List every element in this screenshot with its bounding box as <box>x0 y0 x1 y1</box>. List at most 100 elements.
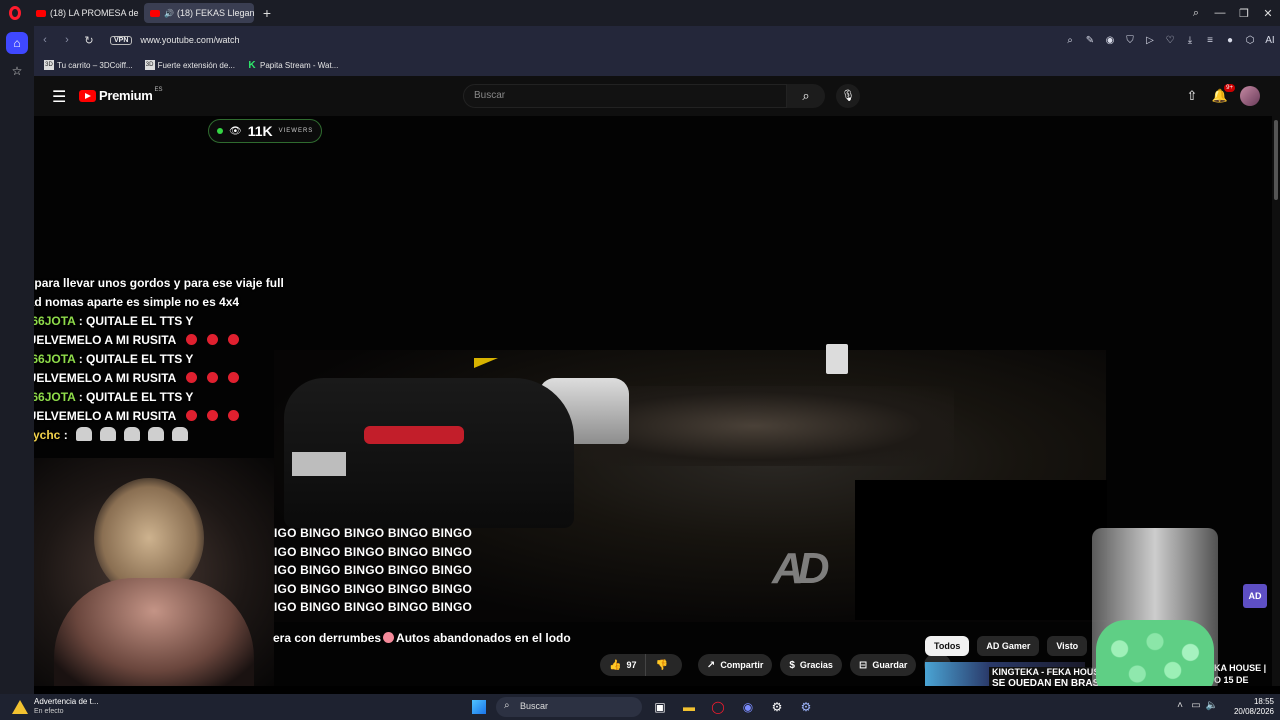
warning-subtitle: En efecto <box>34 708 64 715</box>
chat-line: DEVUELVEMELO A MI RUSITA <box>34 369 293 388</box>
vpn-badge[interactable]: VPN <box>110 35 133 45</box>
bookmark-favicon-icon: 3D <box>44 60 54 70</box>
recommended-title[interactable]: KA HOUSE | O 15 DE <box>1214 662 1266 686</box>
share-button[interactable]: ↗ Compartir <box>697 654 773 676</box>
windows-taskbar: Advertencia de t... En efecto ⌕ Buscar ▣… <box>0 694 1280 720</box>
notifications-bell-icon[interactable]: 🔔 9+ <box>1206 84 1235 104</box>
edit-icon[interactable]: ✎ <box>1080 35 1100 46</box>
viewers-badge: 👁 11K VIEWERS <box>208 119 322 143</box>
chip-ad-gamer[interactable]: AD Gamer <box>977 636 1040 656</box>
tray-chevron-icon[interactable]: ˄ <box>1172 700 1188 711</box>
heart-emote-icon <box>186 334 198 345</box>
profile-icon[interactable]: ● <box>1220 35 1240 46</box>
avatar[interactable] <box>1240 86 1260 106</box>
taskbar-search[interactable]: ⌕ Buscar <box>496 697 642 717</box>
cube-icon[interactable]: ⬡ <box>1240 35 1260 46</box>
emote-icon <box>123 427 140 441</box>
channel-logo-mini[interactable]: AD <box>1243 584 1267 608</box>
heart-emote-icon <box>228 410 240 421</box>
home-icon[interactable]: ⌂ <box>6 32 28 54</box>
reload-button[interactable]: ↻ <box>78 34 100 47</box>
chip-todos[interactable]: Todos <box>925 636 970 656</box>
chat-overlay: sirve para llevar unos gordos y para ese… <box>34 274 293 445</box>
network-icon[interactable]: ▭ <box>1188 700 1204 711</box>
bingo-line: IGO BINGO BINGO BINGO BINGO <box>274 600 473 614</box>
notifications-badge: 9+ <box>1224 84 1235 92</box>
browser-tabbar: (18) LA PROMESA de King 🔊 (18) FEKAS Lle… <box>0 0 1280 26</box>
menu-icon[interactable]: ≡ <box>1200 35 1220 46</box>
chat-line: cuidad nomas aparte es simple no es 4x4 <box>34 295 240 309</box>
opera-browser-icon[interactable]: ◯ <box>709 698 727 716</box>
scrollbar-thumb[interactable] <box>1274 120 1278 200</box>
volume-icon[interactable]: 🔈 <box>1204 700 1220 711</box>
browser-sidebar: ⌂ ☆ <box>0 26 34 694</box>
bingo-line: IGO BINGO BINGO BINGO BINGO <box>274 526 473 540</box>
camera-icon[interactable]: ◉ <box>1100 35 1120 46</box>
opera-menu-icon[interactable] <box>0 0 30 26</box>
bookmark-tu-carrito[interactable]: 3D Tu carrito – 3DCoiff... <box>44 60 133 70</box>
youtube-header: ☰ Premium ES Buscar ⌕ 🎙 ⇧ 🔔 9+ <box>34 76 1280 116</box>
video-actions: 👍97 👎 ↗Compartir $Gracias ⊟Guardar ··· <box>600 654 959 676</box>
bookmark-fuerte-extension[interactable]: 3D Fuerte extensión de... <box>144 60 235 70</box>
channel-watermark: AD <box>772 544 830 593</box>
speaker-icon[interactable]: 🔊 <box>164 9 174 18</box>
bookmark-label: Papita Stream - Wat... <box>259 60 339 70</box>
search-tabs-icon[interactable]: ⌕ <box>1184 7 1208 20</box>
upload-icon[interactable]: ⇧ <box>1178 88 1206 104</box>
tab-fekas[interactable]: 🔊 (18) FEKAS Llegan a la <box>144 3 254 23</box>
settings-icon[interactable]: ⚙ <box>797 698 815 716</box>
youtube-logo[interactable]: Premium ES <box>79 87 163 103</box>
chat-username: 6666JOTA <box>34 390 76 404</box>
file-explorer-icon[interactable]: ▬ <box>680 698 698 716</box>
back-button[interactable]: ‹ <box>34 34 56 46</box>
taskbar-clock[interactable]: 18:55 20/08/2026 <box>1234 697 1274 717</box>
task-view-icon[interactable]: ▣ <box>651 698 669 716</box>
clock-date: 20/08/2026 <box>1233 707 1274 716</box>
bingo-jar <box>1092 528 1218 686</box>
chat-line: DEVUELVEMELO A MI RUSITA <box>34 407 293 426</box>
minimize-button[interactable]: — <box>1208 7 1232 19</box>
star-icon[interactable]: ☆ <box>6 60 28 82</box>
bookmark-papita-stream[interactable]: K Papita Stream - Wat... <box>247 60 339 71</box>
hamburger-menu-icon[interactable]: ☰ <box>52 87 66 107</box>
zoom-icon[interactable]: ⌕ <box>1060 35 1080 46</box>
search-input[interactable]: Buscar <box>463 84 787 108</box>
video-player[interactable]: AD AD 👁 11K VIEWERS sirve para llevar un… <box>34 116 1272 686</box>
streamer-webcam <box>34 458 274 686</box>
shield-icon[interactable]: ⛉ <box>1120 35 1140 46</box>
chat-username: 6666JOTA <box>34 314 76 328</box>
heart-icon[interactable]: ♡ <box>1160 35 1180 46</box>
maximize-button[interactable]: ❐ <box>1232 7 1256 20</box>
search-icon: ⌕ <box>802 88 810 103</box>
windows-start-icon[interactable] <box>472 700 486 714</box>
voice-search-button[interactable]: 🎙 <box>836 84 860 108</box>
download-icon[interactable]: ⤓ <box>1180 35 1200 46</box>
play-icon[interactable]: ▷ <box>1140 35 1160 46</box>
forward-button[interactable]: › <box>56 34 78 46</box>
url-field[interactable]: www.youtube.com/watch <box>140 35 239 45</box>
chip-visto[interactable]: Visto <box>1047 636 1088 656</box>
like-button[interactable]: 👍 97 <box>600 654 647 676</box>
steam-icon[interactable]: ⚙ <box>768 698 786 716</box>
emote-icon <box>75 427 92 441</box>
viewers-count: 11K <box>247 123 273 139</box>
ai-button[interactable]: AI <box>1260 35 1280 46</box>
discord-icon[interactable]: ◉ <box>739 698 757 716</box>
warning-widget[interactable]: Advertencia de t... En efecto <box>12 697 98 717</box>
dislike-button[interactable]: 👎 <box>646 654 682 676</box>
thanks-button[interactable]: $ Gracias <box>780 654 842 676</box>
tab-la-promesa[interactable]: (18) LA PROMESA de King <box>30 3 140 23</box>
new-tab-button[interactable]: + <box>258 4 276 22</box>
overlay-black-box <box>855 480 1107 620</box>
emote-icon <box>147 427 164 441</box>
chat-line: DEVUELVEMELO A MI RUSITA <box>34 331 293 350</box>
close-button[interactable]: ✕ <box>1256 7 1280 20</box>
video-title: era con derrumbes Autos abandonados en el… <box>273 631 571 645</box>
window-controls: ⌕ — ❐ ✕ <box>1184 0 1280 26</box>
save-button[interactable]: ⊟ Guardar <box>849 654 917 676</box>
page-scrollbar[interactable] <box>1272 116 1280 686</box>
address-bar: ‹ › ↻ VPN www.youtube.com/watch ⌕ ✎ ◉ ⛉ … <box>34 26 1280 54</box>
search-button[interactable]: ⌕ <box>787 84 825 108</box>
heart-emote-icon <box>228 372 240 383</box>
header-actions: ⇧ 🔔 9+ <box>1178 84 1260 106</box>
